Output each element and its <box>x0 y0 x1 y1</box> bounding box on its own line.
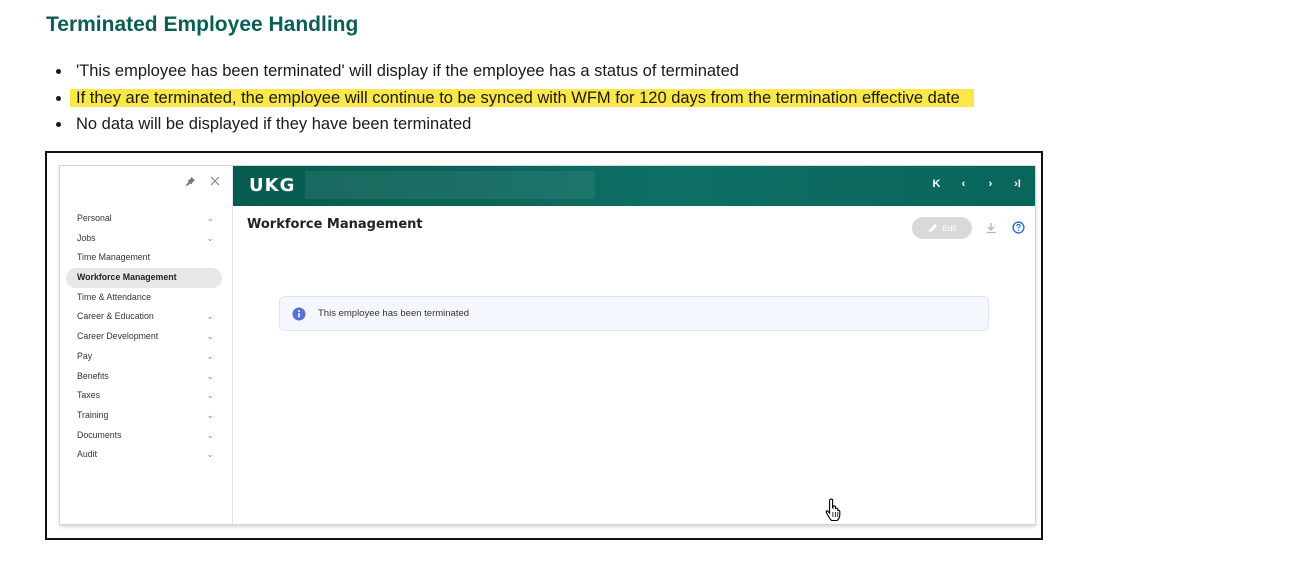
bullet-item: No data will be displayed if they have b… <box>56 113 974 140</box>
sidebar-item-training[interactable]: Training ⌄ <box>66 406 222 426</box>
sidebar-tools <box>185 176 220 187</box>
pencil-icon <box>928 224 937 232</box>
sidebar-item-label: Personal <box>77 213 112 223</box>
bullet-dot <box>56 95 61 101</box>
sidebar-item-career-development[interactable]: Career Development ⌄ <box>66 327 222 347</box>
sidebar-item-audit[interactable]: Audit ⌄ <box>66 445 222 465</box>
close-icon[interactable] <box>210 176 220 187</box>
previous-record-button[interactable]: ‹ <box>950 178 977 190</box>
sidebar-item-label: Time Management <box>77 252 151 263</box>
record-pager: K ‹ › ›I <box>923 178 1031 190</box>
chevron-down-icon: ⌄ <box>206 311 214 322</box>
first-record-button[interactable]: K <box>923 178 950 190</box>
sidebar-item-personal[interactable]: Personal ⌄ <box>66 209 222 229</box>
sidebar-item-label: Time & Attendance <box>77 291 152 302</box>
info-icon <box>292 307 306 320</box>
termination-notice: This employee has been terminated <box>279 296 989 331</box>
sidebar-item-jobs[interactable]: Jobs ⌄ <box>66 229 222 249</box>
page-title: Workforce Management <box>247 217 423 232</box>
chevron-down-icon: ⌄ <box>206 429 214 440</box>
sidebar-item-documents[interactable]: Documents ⌄ <box>66 426 222 446</box>
notice-text: This employee has been terminated <box>318 308 470 319</box>
download-icon[interactable] <box>985 221 997 239</box>
sidebar-item-pay[interactable]: Pay ⌄ <box>66 347 222 367</box>
employee-name-redacted <box>305 171 595 199</box>
sidebar-item-label: Benefits <box>77 370 109 381</box>
bullet-text: 'This employee has been terminated' will… <box>76 62 739 80</box>
sidebar-item-label: Pay <box>77 350 93 361</box>
edit-button[interactable]: Edit <box>912 217 972 239</box>
sidebar-item-workforce-management[interactable]: Workforce Management <box>66 268 222 288</box>
sidebar-item-label: Career Development <box>77 331 159 342</box>
help-icon[interactable] <box>1012 221 1025 239</box>
last-record-button[interactable]: ›I <box>1004 178 1031 190</box>
bullet-item: 'This employee has been terminated' will… <box>56 60 974 87</box>
chevron-down-icon: ⌄ <box>206 390 214 401</box>
sidebar-item-label: Career & Education <box>77 311 154 322</box>
bullet-item-highlighted: If they are terminated, the employee wil… <box>56 87 974 114</box>
sidebar-item-career-and-education[interactable]: Career & Education ⌄ <box>66 307 222 327</box>
sidebar-nav: Personal ⌄ Jobs ⌄ Time Management Workforce M… <box>66 209 222 465</box>
bullet-text: If they are terminated, the employee wil… <box>70 88 974 107</box>
bullet-dot <box>56 69 61 74</box>
chevron-down-icon: ⌄ <box>206 370 214 381</box>
sidebar: Personal ⌄ Jobs ⌄ Time Management Workforce M… <box>60 166 233 524</box>
sidebar-item-benefits[interactable]: Benefits ⌄ <box>66 367 222 387</box>
sidebar-item-label: Training <box>77 409 109 420</box>
chevron-down-icon: ⌄ <box>206 409 214 420</box>
sidebar-item-label: Workforce Management <box>77 272 177 283</box>
hand-cursor-icon <box>825 498 841 527</box>
chevron-down-icon: ⌄ <box>206 449 214 460</box>
sidebar-item-time-and-attendance[interactable]: Time & Attendance <box>66 288 222 308</box>
chevron-down-icon: ⌄ <box>206 232 214 243</box>
bullet-list: 'This employee has been terminated' will… <box>56 60 974 140</box>
screenshot-frame: Personal ⌄ Jobs ⌄ Time Management Workforce M… <box>45 151 1043 540</box>
sidebar-item-label: Taxes <box>77 390 100 401</box>
bullet-text: No data will be displayed if they have b… <box>76 115 472 133</box>
document-title: Terminated Employee Handling <box>46 13 359 36</box>
chevron-down-icon: ⌄ <box>206 331 214 342</box>
sidebar-item-time-management[interactable]: Time Management <box>66 248 222 268</box>
ukg-logo: UKG <box>249 175 296 196</box>
sidebar-item-label: Documents <box>77 429 122 440</box>
sidebar-item-taxes[interactable]: Taxes ⌄ <box>66 386 222 406</box>
pin-icon[interactable] <box>185 176 196 187</box>
chevron-down-icon: ⌄ <box>206 350 214 361</box>
sidebar-item-label: Jobs <box>77 232 96 243</box>
edit-button-label: Edit <box>942 223 957 233</box>
sidebar-item-label: Audit <box>77 449 98 460</box>
bullet-dot <box>56 122 61 127</box>
ukg-app-window: Personal ⌄ Jobs ⌄ Time Management Workforce M… <box>60 166 1035 524</box>
chevron-down-icon: ⌄ <box>206 213 214 223</box>
main-content: Workforce Management Edit This employee … <box>233 206 1035 524</box>
next-record-button[interactable]: › <box>977 178 1004 190</box>
top-bar: UKG K ‹ › ›I <box>233 166 1035 206</box>
